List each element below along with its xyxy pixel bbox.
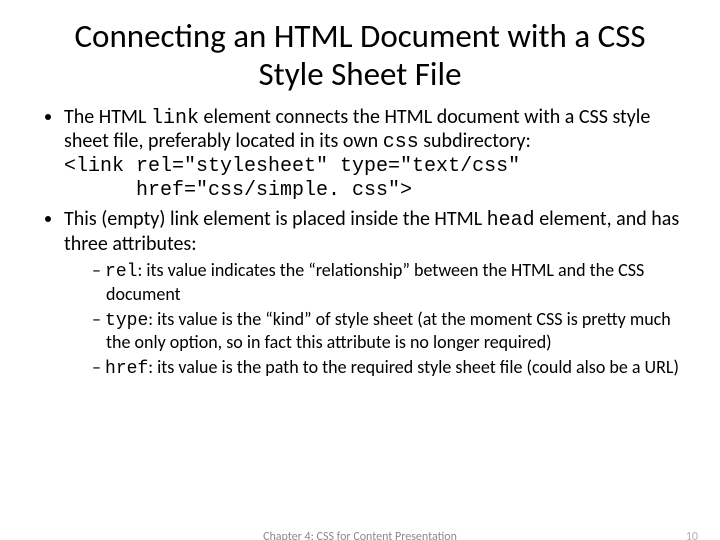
- slide: Connecting an HTML Document with a CSS S…: [0, 0, 720, 540]
- code-line: href="css/simple. css">: [64, 179, 684, 203]
- footer-chapter: Chapter 4: CSS for Content Presentation: [0, 530, 720, 540]
- slide-title: Connecting an HTML Document with a CSS S…: [0, 0, 720, 102]
- text: : its value is the path to the required …: [148, 356, 679, 378]
- inline-code: type: [105, 311, 148, 331]
- bullet-list: The HTML link element connects the HTML …: [36, 106, 684, 381]
- sub-bullet-item: href: its value is the path to the requi…: [92, 357, 684, 380]
- inline-code: link: [151, 107, 199, 130]
- text: subdirectory:: [419, 129, 531, 153]
- inline-code: href: [105, 359, 148, 379]
- text: : its value indicates the “relationship”…: [106, 259, 644, 304]
- inline-code: css: [383, 131, 419, 154]
- text: The HTML: [64, 105, 151, 129]
- code-line: <link rel="stylesheet" type="text/css": [64, 155, 684, 179]
- sub-bullet-item: type: its value is the “kind” of style s…: [92, 309, 684, 353]
- inline-code: head: [487, 209, 535, 232]
- text: : its value is the “kind” of style sheet…: [106, 308, 671, 353]
- bullet-item-1: The HTML link element connects the HTML …: [64, 106, 684, 202]
- slide-body: The HTML link element connects the HTML …: [0, 102, 720, 381]
- text: This (empty) link element is placed insi…: [64, 207, 487, 231]
- footer-page-number: 10: [686, 530, 698, 540]
- sub-bullet-item: rel: its value indicates the “relationsh…: [92, 260, 684, 304]
- sub-bullet-list: rel: its value indicates the “relationsh…: [64, 260, 684, 380]
- bullet-item-2: This (empty) link element is placed insi…: [64, 208, 684, 380]
- inline-code: rel: [105, 262, 137, 282]
